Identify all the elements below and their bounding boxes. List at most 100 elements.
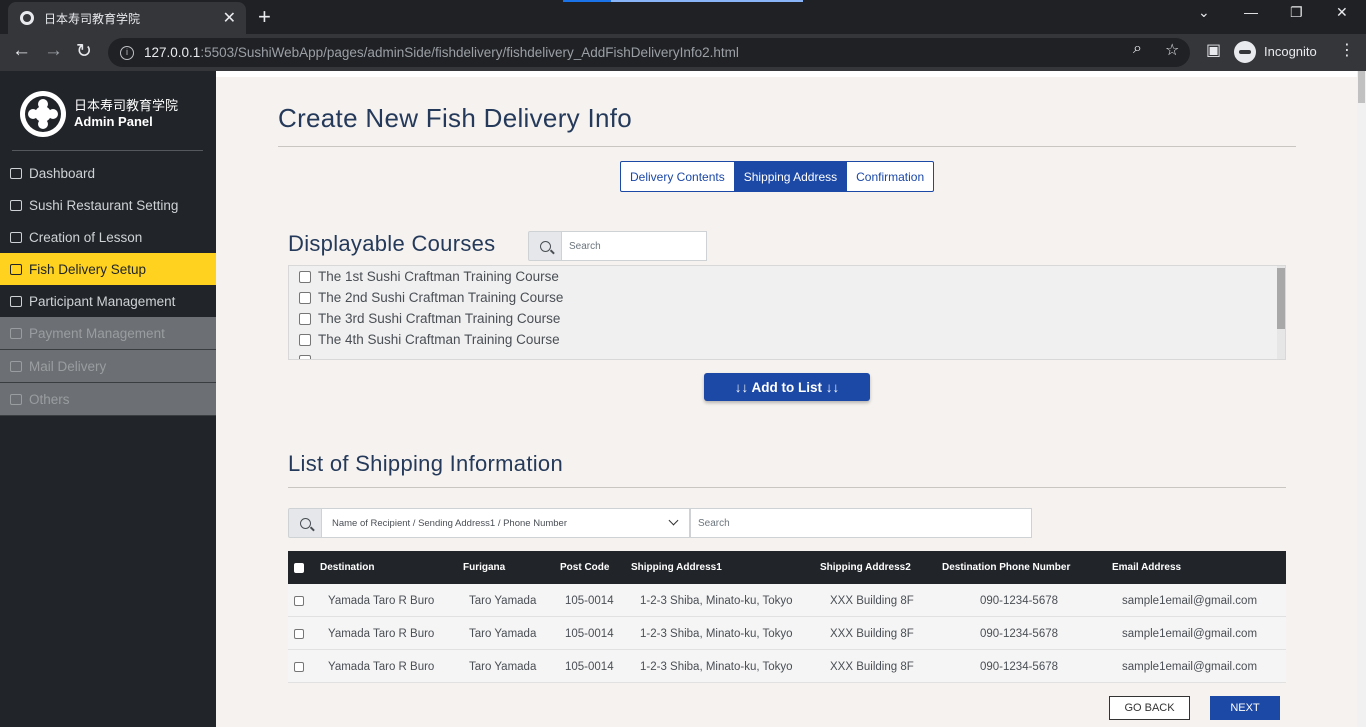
column-header[interactable]: Shipping Address2 [820, 551, 911, 584]
sidebar-item-dashboard[interactable]: Dashboard [0, 157, 216, 189]
column-header[interactable]: Post Code [560, 551, 609, 584]
course-checkbox[interactable] [299, 333, 311, 346]
reload-icon[interactable]: ↻ [76, 40, 92, 63]
sidebar-item-label: Fish Delivery Setup [29, 261, 147, 277]
sidebar-item-payment[interactable]: Payment Management [0, 317, 216, 350]
row-checkbox[interactable] [294, 628, 304, 639]
course-name: The 1st Sushi Craftman Training Course [318, 269, 559, 284]
sidebar-item-label: Dashboard [29, 165, 96, 181]
star-icon[interactable]: ☆ [1165, 40, 1179, 60]
title-divider [278, 146, 1296, 147]
sidebar-item-restaurant-setting[interactable]: Sushi Restaurant Setting [0, 189, 216, 221]
cell-phone: 090-1234-5678 [980, 627, 1059, 640]
add-to-list-button[interactable]: ↓↓ Add to List ↓↓ [704, 373, 870, 401]
sidebar-item-label: Participant Management [29, 293, 176, 309]
sidebar-item-mail[interactable]: Mail Delivery [0, 350, 216, 383]
chat-icon [10, 360, 22, 372]
incognito-icon [1234, 40, 1256, 63]
row-checkbox[interactable] [294, 661, 304, 672]
course-checkbox[interactable] [299, 270, 311, 283]
shipping-search-input[interactable]: Search [690, 508, 1032, 538]
cell-email: sample1email@gmail.com [1122, 660, 1258, 673]
sidebar-item-others[interactable]: Others [0, 383, 216, 416]
course-checkbox[interactable] [299, 354, 311, 359]
list-item[interactable]: The 3rd Sushi Craftman Training Course [289, 308, 1285, 329]
brand[interactable]: 日本寿司教育学院 Admin Panel [20, 91, 178, 137]
courses-title: Displayable Courses [288, 231, 496, 256]
warning-icon [10, 327, 22, 339]
forward-arrow-icon[interactable]: → [44, 40, 63, 62]
course-search-input[interactable]: Search [561, 231, 707, 261]
sidebar-item-fish-delivery[interactable]: Fish Delivery Setup [0, 253, 216, 285]
course-name: The 3rd Sushi Craftman Training Course [318, 311, 561, 326]
users-icon [10, 167, 22, 179]
browser-tab-strip: 日本寿司教育学院 ✕ + ⌄ — ❐ ✕ [0, 0, 1366, 34]
shipping-search-button[interactable] [288, 508, 322, 538]
info-icon[interactable]: i [120, 45, 134, 60]
select-value: Name of Recipient / Sending Address1 / P… [332, 517, 567, 529]
course-name: The 2nd Sushi Craftman Training Course [318, 290, 564, 305]
back-arrow-icon[interactable]: ← [12, 40, 31, 62]
tab-confirmation[interactable]: Confirmation [847, 162, 933, 191]
table-row[interactable]: Yamada Taro R Buro Taro Yamada 105-0014 … [288, 650, 1286, 683]
new-tab-icon[interactable]: + [258, 4, 271, 30]
column-header[interactable]: Email Address [1112, 551, 1181, 584]
next-button[interactable]: NEXT [1210, 696, 1280, 720]
search-icon [539, 240, 551, 252]
minimize-icon[interactable]: — [1244, 4, 1258, 20]
tab-delivery-contents[interactable]: Delivery Contents [621, 162, 735, 191]
close-tab-icon[interactable]: ✕ [223, 8, 236, 28]
cell-postcode: 105-0014 [565, 660, 614, 673]
course-checkbox[interactable] [299, 312, 311, 325]
column-header[interactable]: Destination Phone Number [942, 551, 1070, 584]
cell-furigana: Taro Yamada [469, 594, 537, 607]
close-window-icon[interactable]: ✕ [1336, 4, 1348, 21]
sidebar-item-lesson[interactable]: Creation of Lesson [0, 221, 216, 253]
row-checkbox[interactable] [294, 595, 304, 606]
sidebar-item-label: Creation of Lesson [29, 229, 143, 245]
document-icon [10, 199, 22, 211]
row-select-cell [294, 650, 304, 683]
restore-icon[interactable]: ❐ [1290, 4, 1303, 21]
cell-phone: 090-1234-5678 [980, 594, 1059, 607]
list-item[interactable]: The 1st Sushi Craftman Training Course [289, 266, 1285, 287]
course-checkbox[interactable] [299, 291, 311, 304]
zoom-icon[interactable]: ⌕ [1133, 40, 1142, 58]
cell-address2: XXX Building 8F [830, 594, 914, 607]
row-select-cell [294, 584, 304, 617]
tab-shipping-address[interactable]: Shipping Address [734, 162, 848, 191]
go-back-button[interactable]: GO BACK [1109, 696, 1190, 720]
course-search-button[interactable] [528, 231, 562, 261]
cell-email: sample1email@gmail.com [1122, 627, 1258, 640]
sidepanel-icon[interactable]: ▣ [1206, 40, 1221, 60]
chevron-down-icon[interactable]: ⌄ [1198, 4, 1210, 21]
select-all-cell [294, 551, 304, 584]
browser-toolbar: ← → ↻ i 127.0.0.1:5503/SushiWebApp/pages… [0, 34, 1366, 71]
sidebar-item-participant[interactable]: Participant Management [0, 285, 216, 317]
browser-tab[interactable]: 日本寿司教育学院 ✕ [8, 2, 246, 34]
cell-phone: 090-1234-5678 [980, 660, 1059, 673]
shipping-divider [288, 487, 1286, 488]
incognito-indicator[interactable]: Incognito [1234, 38, 1352, 65]
column-header[interactable]: Shipping Address1 [631, 551, 722, 584]
list-item[interactable]: The 4th Sushi Craftman Training Course [289, 329, 1285, 350]
list-item[interactable] [289, 350, 1285, 359]
column-header[interactable]: Furigana [463, 551, 505, 584]
column-header[interactable]: Destination [320, 551, 374, 584]
select-all-checkbox[interactable] [294, 562, 304, 573]
sidebar-item-label: Others [29, 391, 70, 407]
address-bar[interactable]: i 127.0.0.1:5503/SushiWebApp/pages/admin… [108, 38, 1190, 67]
shipping-title: List of Shipping Information [288, 451, 563, 476]
document-icon [10, 231, 22, 243]
list-scrollbar[interactable] [1277, 266, 1285, 359]
search-field-select[interactable]: Name of Recipient / Sending Address1 / P… [321, 508, 690, 538]
list-item[interactable]: The 2nd Sushi Craftman Training Course [289, 287, 1285, 308]
page-scrollbar[interactable] [1357, 71, 1366, 727]
cell-postcode: 105-0014 [565, 627, 614, 640]
tab-title: 日本寿司教育学院 [44, 11, 141, 26]
cell-email: sample1email@gmail.com [1122, 594, 1258, 607]
sidebar: 日本寿司教育学院 Admin Panel Dashboard Sushi Res… [0, 71, 216, 727]
table-row[interactable]: Yamada Taro R Buro Taro Yamada 105-0014 … [288, 617, 1286, 650]
cell-address1: 1-2-3 Shiba, Minato-ku, Tokyo [640, 627, 793, 640]
table-row[interactable]: Yamada Taro R Buro Taro Yamada 105-0014 … [288, 584, 1286, 617]
